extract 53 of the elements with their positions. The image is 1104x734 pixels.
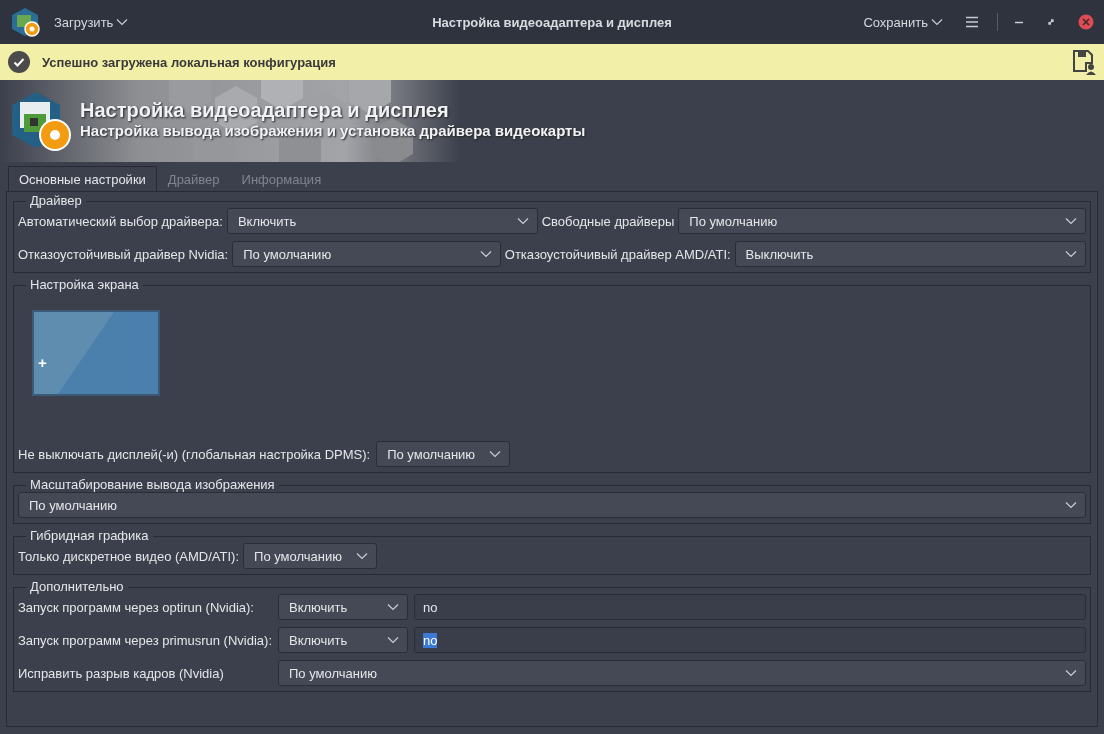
dropdown[interactable]: По умолчанию [376, 441, 511, 467]
field-label: Запуск программ через primusrun (Nvidia): [18, 632, 272, 648]
caret-icon [489, 450, 502, 458]
dropdown[interactable]: Включить [278, 594, 408, 620]
close-icon[interactable] [1078, 14, 1094, 30]
save-menu[interactable]: Сохранить [859, 10, 947, 34]
input-field[interactable]: no [414, 627, 1086, 653]
caret-icon [516, 217, 529, 225]
caret-icon [1065, 250, 1077, 258]
caret-icon [931, 18, 943, 26]
app-icon [10, 7, 40, 37]
group-title: Масштабирование вывода изображения [29, 478, 276, 492]
dropdown[interactable]: Выключить [734, 241, 1086, 267]
dropdown[interactable]: По умолчанию [678, 208, 1086, 234]
caret-icon [387, 603, 399, 611]
group-title: Драйвер [29, 194, 83, 208]
caret-icon [116, 18, 129, 26]
field-label: Автоматический выбор драйвера: [18, 213, 223, 229]
caret-icon [1065, 501, 1077, 509]
field-label: Только дискретное видео (AMD/ATI): [18, 548, 240, 564]
dropdown[interactable]: По умолчанию [232, 241, 501, 267]
caret-icon [1065, 669, 1077, 677]
load-menu[interactable]: Загрузить [50, 10, 133, 34]
dropdown[interactable]: Включить [226, 208, 538, 234]
field-label: Отказоустойчивый драйвер AMD/ATI: [504, 246, 731, 262]
caret-icon [387, 636, 399, 644]
display-preview[interactable]: + [32, 310, 160, 396]
restore-icon[interactable] [1046, 17, 1056, 27]
field-label: Свободные драйверы [541, 213, 675, 229]
notification-text: Успешно загружена локальная конфигурация [42, 54, 337, 70]
header-subtitle: Настройка вывода изображения и установка драйвера видеокарты [80, 122, 586, 139]
field-label: Отказоустойчивый драйвер Nvidia: [18, 246, 229, 262]
tab[interactable]: Основные настройки [8, 166, 157, 191]
group-title: Настройка экрана [29, 278, 140, 292]
group-title: Гибридная графика [29, 529, 150, 543]
header-title: Настройка видеоадаптера и дисплея [80, 99, 450, 122]
caret-icon [479, 250, 492, 258]
app-icon [10, 90, 72, 152]
window-title: Настройка видеоадаптера и дисплея [432, 14, 672, 30]
checkmark-icon [8, 51, 30, 73]
save-user-icon[interactable] [1072, 49, 1096, 75]
caret-icon [355, 552, 368, 560]
dropdown[interactable]: По умолчанию [18, 492, 1086, 518]
menu-icon[interactable] [965, 16, 979, 28]
dropdown[interactable]: Включить [278, 627, 408, 653]
input-field[interactable]: no [414, 594, 1086, 620]
field-label: Не выключать дисплей(-и) (глобальная настройка DPMS): [18, 446, 371, 462]
dropdown[interactable]: По умолчанию [243, 543, 377, 569]
caret-icon [1065, 217, 1077, 225]
field-label: Запуск программ через optirun (Nvidia): [18, 599, 255, 615]
dropdown[interactable]: По умолчанию [278, 660, 1086, 686]
group-title: Дополнительно [29, 580, 125, 594]
field-label: Исправить разрыв кадров (Nvidia) [18, 665, 225, 681]
